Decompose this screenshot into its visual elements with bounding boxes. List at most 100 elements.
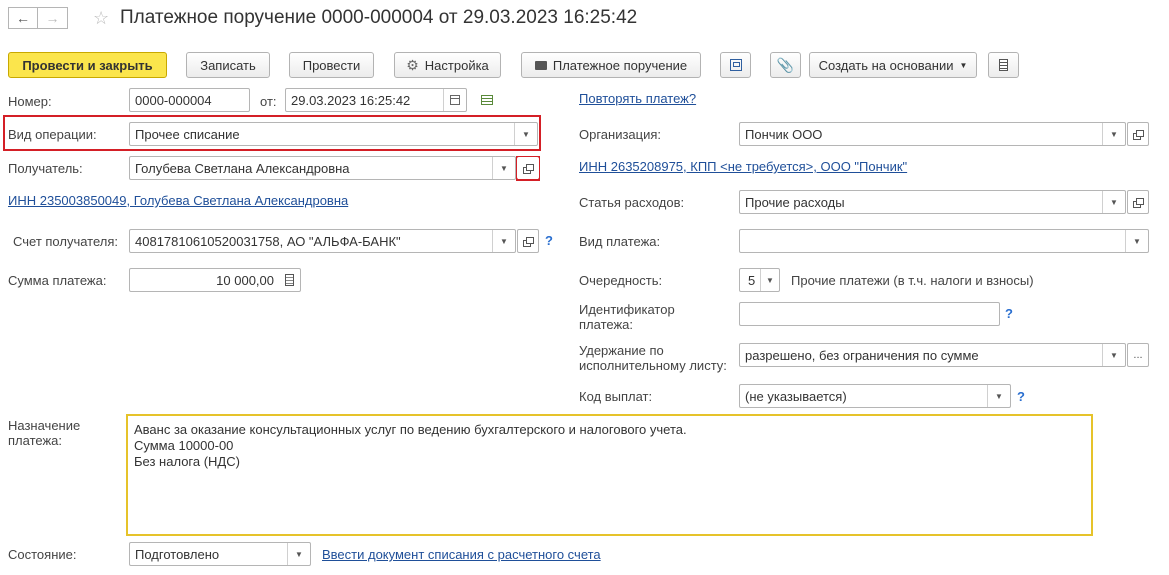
amount-input[interactable]: 10 000,00 xyxy=(129,268,301,292)
recipient-account-label: Счет получателя: xyxy=(13,234,119,249)
print-payment-order-button[interactable]: Платежное поручение xyxy=(521,52,701,78)
recipient-account-dropdown-button[interactable]: ▼ xyxy=(492,230,515,252)
chevron-down-icon: ▼ xyxy=(995,391,1003,401)
calendar-icon xyxy=(450,95,460,105)
open-icon xyxy=(1133,198,1144,208)
date-input[interactable]: 29.03.2023 16:25:42 xyxy=(285,88,467,112)
operation-value: Прочее списание xyxy=(135,127,240,142)
printer-icon xyxy=(534,60,547,70)
organization-dropdown-button[interactable]: ▼ xyxy=(1102,123,1125,145)
create-based-on-button[interactable]: Создать на основании ▼ xyxy=(809,52,977,78)
recipient-dropdown-button[interactable]: ▼ xyxy=(492,157,515,179)
star-icon[interactable]: ☆ xyxy=(93,8,109,29)
post-and-close-button[interactable]: Провести и закрыть xyxy=(8,52,167,78)
calculator-button[interactable] xyxy=(278,269,300,291)
chevron-down-icon: ▼ xyxy=(522,129,530,139)
withholding-label-line1: Удержание по xyxy=(579,343,664,358)
recipient-label: Получатель: xyxy=(8,161,83,176)
save-button[interactable]: Записать xyxy=(186,52,270,78)
withholding-dropdown-button[interactable]: ▼ xyxy=(1102,344,1125,366)
chevron-down-icon: ▼ xyxy=(766,275,774,285)
operation-select[interactable]: Прочее списание ▼ xyxy=(129,122,538,146)
gear-icon: ⚙ xyxy=(406,56,419,73)
open-icon xyxy=(1133,130,1144,140)
expense-item-value: Прочие расходы xyxy=(745,195,845,210)
forward-button[interactable]: → xyxy=(38,7,68,29)
calculator-icon xyxy=(284,274,294,286)
date-value: 29.03.2023 16:25:42 xyxy=(291,93,411,108)
settings-button[interactable]: ⚙ Настройка xyxy=(394,52,501,78)
calendar-button[interactable] xyxy=(443,89,466,111)
organization-select[interactable]: Пончик ООО ▼ xyxy=(739,122,1126,146)
ellipsis-icon: ... xyxy=(1133,349,1143,361)
payment-type-label: Вид платежа: xyxy=(579,234,661,249)
operation-label: Вид операции: xyxy=(8,127,97,142)
payment-id-input[interactable] xyxy=(739,302,1000,326)
payment-id-label-line1: Идентификатор xyxy=(579,302,675,317)
organization-inn-link[interactable]: ИНН 2635208975, КПП <не требуется>, ООО … xyxy=(579,159,907,174)
expense-item-select[interactable]: Прочие расходы ▼ xyxy=(739,190,1126,214)
payment-type-dropdown-button[interactable]: ▼ xyxy=(1125,230,1148,252)
priority-label: Очередность: xyxy=(579,273,663,288)
chevron-down-icon: ▼ xyxy=(1110,350,1118,360)
number-value: 0000-000004 xyxy=(135,93,212,108)
recipient-account-open-button[interactable] xyxy=(517,229,539,253)
purpose-label-line2: платежа: xyxy=(8,433,62,448)
recipient-inn-link[interactable]: ИНН 235003850049, Голубева Светлана Алек… xyxy=(8,193,348,208)
chevron-down-icon: ▼ xyxy=(1110,129,1118,139)
withholding-value: разрешено, без ограничения по сумме xyxy=(745,348,979,363)
priority-value: 5 xyxy=(748,273,756,288)
back-button[interactable]: ← xyxy=(8,7,38,29)
payment-type-select[interactable]: ▼ xyxy=(739,229,1149,253)
payout-code-label: Код выплат: xyxy=(579,389,653,404)
create-based-on-label: Создать на основании xyxy=(818,57,954,73)
payout-code-select[interactable]: (не указывается) ▼ xyxy=(739,384,1011,408)
payout-code-help-icon[interactable]: ? xyxy=(1017,389,1025,404)
date-label: от: xyxy=(260,94,277,109)
priority-select[interactable]: 5 ▼ xyxy=(739,268,780,292)
status-value: Подготовлено xyxy=(135,547,220,562)
expense-item-label: Статья расходов: xyxy=(579,195,685,210)
more-menu-button[interactable] xyxy=(988,52,1019,78)
recipient-select[interactable]: Голубева Светлана Александровна ▼ xyxy=(129,156,516,180)
priority-dropdown-button[interactable]: ▼ xyxy=(760,269,779,291)
enter-bank-debit-link[interactable]: Ввести документ списания с расчетного сч… xyxy=(322,547,601,562)
withholding-select[interactable]: разрешено, без ограничения по сумме ▼ xyxy=(739,343,1126,367)
number-input[interactable]: 0000-000004 xyxy=(129,88,250,112)
open-icon xyxy=(523,237,534,247)
attachments-button[interactable]: 📎 xyxy=(770,52,801,78)
status-select[interactable]: Подготовлено ▼ xyxy=(129,542,311,566)
post-button[interactable]: Провести xyxy=(289,52,374,78)
chevron-down-icon: ▼ xyxy=(500,236,508,246)
recipient-account-select[interactable]: 40817810610520031758, АО "АЛЬФА-БАНК" ▼ xyxy=(129,229,516,253)
document-title: Платежное поручение 0000-000004 от 29.03… xyxy=(120,7,638,28)
purpose-textarea[interactable]: Аванс за оказание консультационных услуг… xyxy=(126,414,1093,536)
status-label: Состояние: xyxy=(8,547,77,562)
purpose-line-3: Без налога (НДС) xyxy=(134,454,240,469)
amount-label: Сумма платежа: xyxy=(8,273,107,288)
purpose-line-1: Аванс за оказание консультационных услуг… xyxy=(134,422,687,437)
chevron-down-icon: ▼ xyxy=(500,163,508,173)
expense-item-open-button[interactable] xyxy=(1127,190,1149,214)
withholding-select-button[interactable]: ... xyxy=(1127,343,1149,367)
payment-id-help-icon[interactable]: ? xyxy=(1005,306,1013,321)
arrow-left-icon: ← xyxy=(16,10,30,26)
print-payment-order-label: Платежное поручение xyxy=(552,57,688,73)
status-dropdown-button[interactable]: ▼ xyxy=(287,543,310,565)
list-icon xyxy=(999,59,1008,71)
structure-icon xyxy=(729,59,742,71)
organization-label: Организация: xyxy=(579,127,662,142)
payout-code-dropdown-button[interactable]: ▼ xyxy=(987,385,1010,407)
expense-item-dropdown-button[interactable]: ▼ xyxy=(1102,191,1125,213)
history-icon[interactable] xyxy=(481,95,493,105)
recipient-account-help-icon[interactable]: ? xyxy=(545,233,553,248)
paperclip-icon: 📎 xyxy=(776,56,795,73)
recipient-open-button[interactable] xyxy=(517,157,539,179)
settings-label: Настройка xyxy=(424,57,489,73)
organization-open-button[interactable] xyxy=(1127,122,1149,146)
structure-button[interactable] xyxy=(720,52,751,78)
operation-dropdown-button[interactable]: ▼ xyxy=(514,123,537,145)
amount-value: 10 000,00 xyxy=(216,273,274,288)
repeat-payment-link[interactable]: Повторять платеж? xyxy=(579,91,696,106)
purpose-label-line1: Назначение xyxy=(8,418,81,433)
